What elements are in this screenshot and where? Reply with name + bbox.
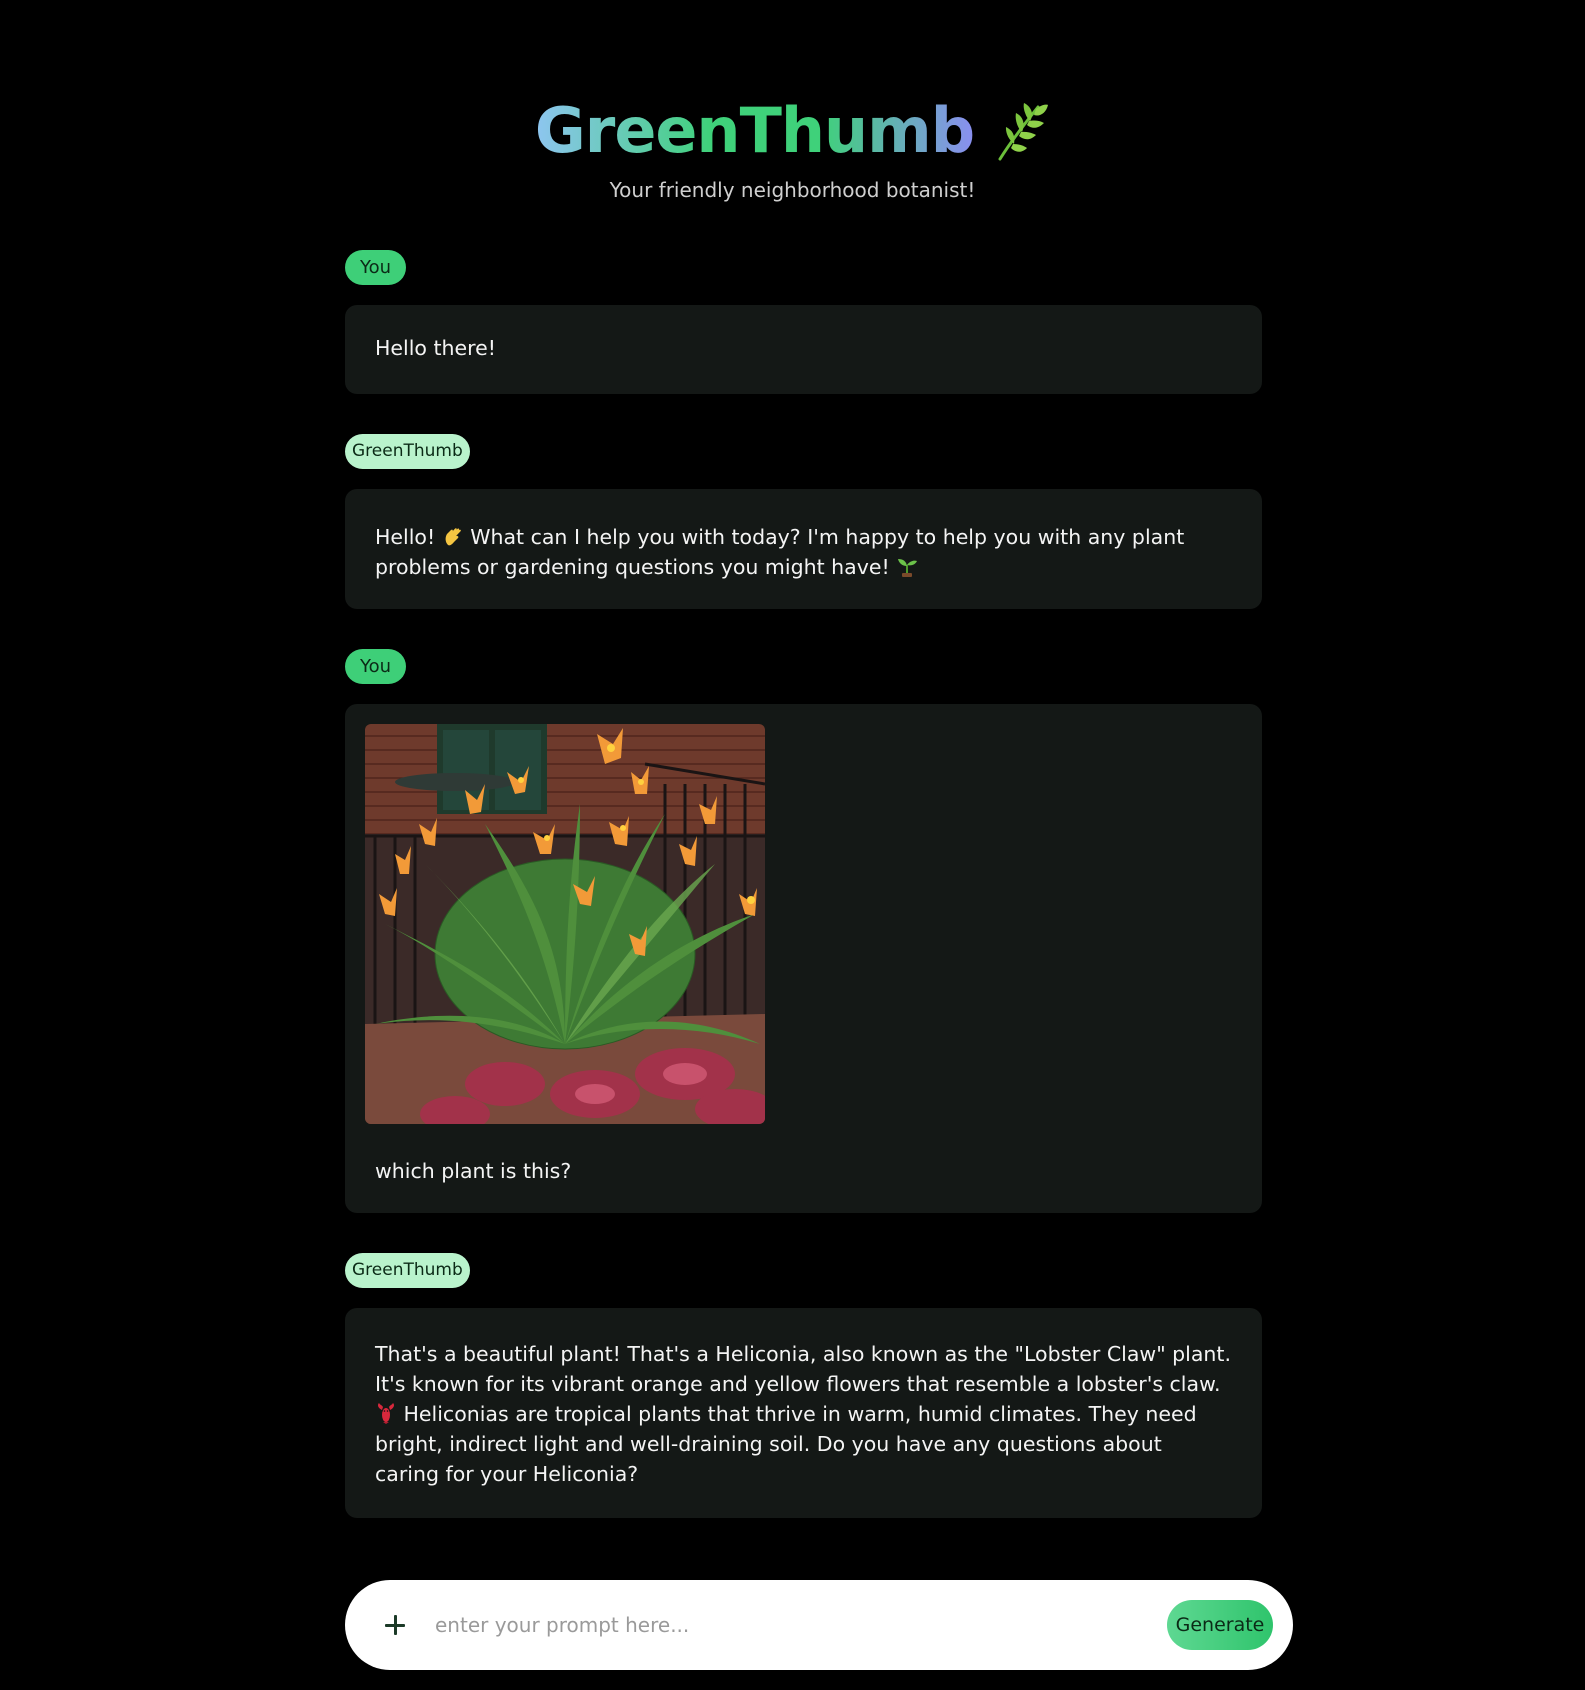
message-text: Heliconias are tropical plants that thri… (375, 1402, 1197, 1486)
message-bubble: which plant is this? (345, 704, 1262, 1213)
message-text: which plant is this? (375, 1159, 572, 1183)
app-title: GreenThumb (535, 92, 975, 170)
role-badge-bot: GreenThumb (345, 1253, 470, 1288)
message-bubble: Hello there! (345, 305, 1262, 394)
waving-hand-icon (445, 528, 461, 546)
message-user: You which plant is this? (345, 649, 1262, 1213)
header: GreenThumb Your friendly neighborhood bo… (0, 92, 1585, 202)
message-text: Hello! (375, 525, 442, 549)
page: GreenThumb Your friendly neighborhood bo… (0, 0, 1585, 1690)
message-bubble: Hello! What can I help you with today? I… (345, 489, 1262, 609)
role-badge-user: You (345, 649, 407, 684)
seedling-icon (898, 559, 918, 577)
title-row: GreenThumb (0, 92, 1585, 170)
subtitle: Your friendly neighborhood botanist! (609, 178, 976, 202)
prompt-composer: Generate (345, 1580, 1293, 1670)
lobster-icon (378, 1403, 394, 1424)
message-bubble: That's a beautiful plant! That's a Helic… (345, 1308, 1262, 1518)
message-user: You Hello there! (345, 250, 1262, 394)
plus-icon[interactable] (383, 1613, 407, 1637)
generate-button[interactable]: Generate (1167, 1600, 1273, 1650)
chat-thread: You Hello there! GreenThumb Hello! What … (345, 250, 1262, 1518)
message-text: Hello there! (375, 336, 496, 360)
leaf-icon (998, 103, 1049, 161)
prompt-input[interactable] (435, 1613, 1167, 1637)
message-bot: GreenThumb Hello! What can I help you wi… (345, 434, 1262, 609)
message-bot: GreenThumb That's a beautiful plant! Tha… (345, 1253, 1262, 1518)
message-text: What can I help you with today? I'm happ… (375, 525, 1185, 579)
role-badge-bot: GreenThumb (345, 434, 470, 469)
uploaded-plant-photo[interactable] (365, 724, 765, 1124)
message-text: That's a beautiful plant! That's a Helic… (375, 1342, 1231, 1396)
role-badge-user: You (345, 250, 407, 285)
